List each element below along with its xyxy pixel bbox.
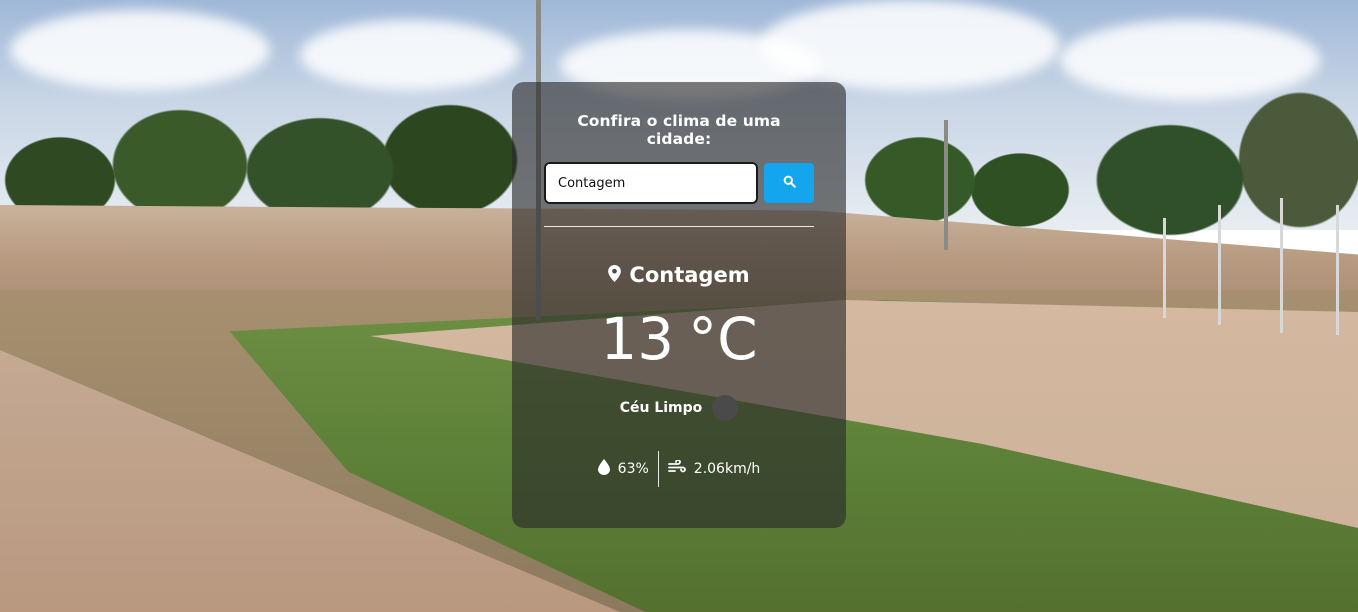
- weather-condition-icon: [712, 395, 739, 421]
- humidity-value: 63%: [617, 461, 649, 477]
- divider: [544, 226, 814, 227]
- city-heading: Contagem: [544, 263, 814, 287]
- city-name: Contagem: [629, 263, 750, 287]
- temperature-value: 13: [600, 305, 675, 373]
- pole: [1280, 198, 1283, 333]
- weather-data: Contagem 13 °C Céu Limpo 63% 2.06km/h: [544, 263, 814, 487]
- details-row: 63% 2.06km/h: [544, 451, 814, 487]
- map-pin-icon: [608, 263, 622, 287]
- pole: [1218, 205, 1221, 325]
- droplet-icon: [597, 459, 610, 479]
- pole: [1163, 218, 1166, 318]
- weather-description: Céu Limpo: [619, 400, 703, 416]
- form-title: Confira o clima de uma cidade:: [577, 112, 781, 148]
- pole: [1336, 205, 1339, 335]
- city-search-input[interactable]: [544, 162, 758, 204]
- temperature-row: 13 °C: [544, 301, 814, 377]
- description-row: Céu Limpo: [544, 395, 814, 421]
- humidity: 63%: [589, 459, 658, 479]
- search-icon: [783, 175, 796, 191]
- pole: [944, 120, 948, 250]
- wind: 2.06km/h: [659, 459, 770, 478]
- search-button[interactable]: [764, 163, 814, 203]
- weather-card: Confira o clima de uma cidade: Contagem: [512, 82, 846, 528]
- temperature-unit: °C: [688, 305, 758, 373]
- wind-value: 2.06km/h: [693, 461, 761, 477]
- search-form: [544, 162, 814, 204]
- wind-icon: [667, 459, 686, 478]
